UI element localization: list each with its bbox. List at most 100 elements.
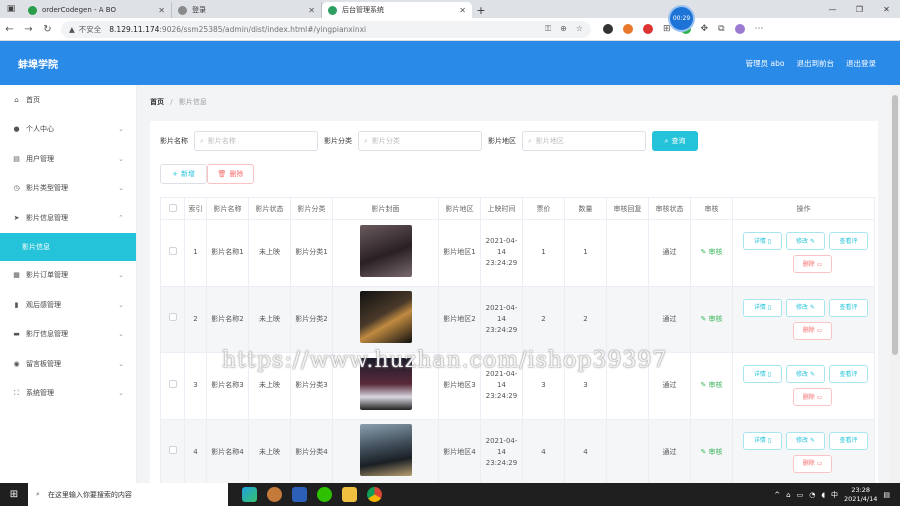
wechat-icon[interactable] — [317, 487, 332, 502]
minimize-icon[interactable]: — — [819, 0, 846, 18]
view-review-button[interactable]: 查看评 — [829, 365, 868, 384]
detail-label: 详情 — [753, 437, 766, 445]
row-checkbox[interactable] — [168, 313, 177, 322]
select-all-checkbox[interactable] — [168, 203, 177, 212]
sidebar-item-home[interactable]: ⌂ 首页 — [0, 85, 136, 115]
edit-button[interactable]: 修改 ✎ — [786, 431, 825, 450]
network-icon[interactable]: ⌂ — [786, 491, 790, 499]
sidebar-item-film-orders[interactable]: ▦ 影片订单管理 ⌄ — [0, 261, 136, 291]
add-button[interactable]: + 新增 — [160, 164, 207, 184]
extension-icon[interactable]: ✥ — [701, 24, 709, 34]
browser-tab-1[interactable]: orderCodegen - A BO ✕ — [22, 2, 172, 18]
extension-icon[interactable] — [603, 24, 613, 34]
view-review-button[interactable]: 查看评 — [829, 431, 868, 450]
word-icon[interactable] — [292, 487, 307, 502]
extension-icon[interactable] — [643, 24, 653, 34]
edit-button[interactable]: 修改 ✎ — [786, 298, 825, 317]
back-icon[interactable]: ← — [0, 24, 19, 35]
delete-button[interactable]: 删除 ▭ — [793, 321, 832, 340]
audit-cell: ✎ 审核 — [690, 352, 733, 420]
edge-icon[interactable] — [242, 487, 257, 502]
sidebar-item-profile[interactable]: ● 个人中心 ⌄ — [0, 115, 136, 145]
row-checkbox[interactable] — [168, 446, 177, 455]
close-icon[interactable]: ✕ — [459, 6, 466, 15]
sidebar-item-film-types[interactable]: ◷ 影片类型管理 ⌄ — [0, 174, 136, 204]
row-checkbox[interactable] — [168, 246, 177, 255]
view-review-button[interactable]: 查看评 — [829, 232, 868, 251]
warning-icon: ▲ — [69, 24, 75, 34]
delete-button[interactable]: 删除 ▭ — [793, 454, 832, 473]
query-button[interactable]: ⌕ 查询 — [652, 131, 698, 151]
delete-button[interactable]: 删除 ▭ — [793, 388, 832, 407]
new-tab-button[interactable]: + — [472, 2, 490, 18]
audit-label: 审核 — [708, 248, 723, 257]
sidebar-item-users[interactable]: ▤ 用户管理 ⌄ — [0, 144, 136, 174]
wifi-icon[interactable]: ◔ — [809, 491, 815, 499]
url-input[interactable]: ▲ 不安全 8.129.11.174 :9026/ssm25385/admin/… — [61, 20, 591, 38]
restore-icon[interactable]: ❐ — [846, 0, 873, 18]
sidebar-subitem-film-info[interactable]: 影片信息 — [0, 232, 136, 261]
tray-chevron-icon[interactable]: ^ — [774, 491, 780, 499]
sidebar-item-messages[interactable]: ◉ 留言板管理 ⌄ — [0, 349, 136, 379]
profile-avatar[interactable] — [734, 24, 745, 34]
close-icon[interactable]: ✕ — [158, 6, 165, 15]
close-window-icon[interactable]: ✕ — [873, 0, 900, 18]
region-search-input[interactable]: ⌕ 影片地区 — [522, 131, 646, 151]
poster-image[interactable] — [359, 424, 412, 477]
clock[interactable]: 23:28 2021/4/14 — [844, 486, 877, 504]
index-cell: 1 — [184, 219, 207, 287]
back-to-front-link[interactable]: 退出到前台 — [797, 58, 835, 69]
page-scrollbar[interactable] — [890, 85, 900, 483]
volume-icon[interactable]: ◖ — [821, 491, 825, 499]
row-checkbox[interactable] — [168, 379, 177, 388]
audit-link[interactable]: ✎ 审核 — [700, 381, 722, 389]
edit-button[interactable]: 修改 ✎ — [786, 232, 825, 251]
detail-button[interactable]: 详情 ▯ — [743, 365, 782, 384]
table-row: 1 影片名称1 未上映 影片分类1 影片地区1 2021-04-14 23:24… — [160, 219, 875, 287]
view-review-button[interactable]: 查看评 — [829, 298, 868, 317]
explorer-icon[interactable] — [342, 487, 357, 502]
bar-chart-icon: ▮ — [14, 300, 19, 309]
browser-tab-2[interactable]: 登录 ✕ — [172, 2, 322, 18]
batch-delete-button[interactable]: 🗑 删除 — [207, 164, 254, 184]
breadcrumb-home[interactable]: 首页 — [150, 98, 164, 106]
ime-icon[interactable]: 中 — [831, 490, 838, 500]
name-search-input[interactable]: ⌕ 影片名称 — [194, 131, 318, 151]
star-icon[interactable]: ☆ — [576, 24, 583, 34]
detail-button[interactable]: 详情 ▯ — [743, 298, 782, 317]
battery-icon[interactable]: ▭ — [797, 491, 804, 499]
audit-link[interactable]: ✎ 审核 — [700, 248, 722, 256]
sidebar-item-halls[interactable]: ▬ 影厅信息管理 ⌄ — [0, 320, 136, 350]
close-icon[interactable]: ✕ — [308, 6, 315, 15]
poster-cell — [332, 285, 439, 353]
zoom-icon[interactable]: ⊕ — [560, 24, 567, 34]
audit-link[interactable]: ✎ 审核 — [700, 315, 722, 323]
sidebar-item-film-info[interactable]: ➤ 影片信息管理 ⌃ — [0, 203, 136, 233]
collections-icon[interactable]: ⧉ — [718, 24, 724, 34]
search-icon: ⌕ — [528, 136, 532, 145]
delete-button[interactable]: 删除 ▭ — [793, 255, 832, 274]
edit-button[interactable]: 修改 ✎ — [786, 365, 825, 384]
sidebar-item-reviews[interactable]: ▮ 观后感管理 ⌄ — [0, 290, 136, 320]
reload-icon[interactable]: ↻ — [38, 24, 57, 35]
taskbar-search-box[interactable]: ⌕ 在这里输入你要搜索的内容 — [28, 483, 228, 506]
logout-link[interactable]: 退出登录 — [846, 58, 876, 69]
window-menu-icon[interactable]: ▣ — [0, 0, 22, 18]
key-icon[interactable]: ⚿ — [545, 24, 551, 34]
detail-button[interactable]: 详情 ▯ — [743, 232, 782, 251]
type-search-input[interactable]: ⌕ 影片分类 — [358, 131, 482, 151]
forward-icon[interactable]: → — [19, 24, 38, 35]
poster-image[interactable] — [359, 291, 412, 344]
app-icon[interactable] — [267, 487, 282, 502]
windows-start-icon[interactable]: ⊞ — [0, 483, 28, 506]
poster-image[interactable] — [359, 224, 412, 277]
detail-button[interactable]: 详情 ▯ — [743, 431, 782, 450]
more-menu-icon[interactable]: ⋯ — [755, 24, 764, 34]
scrollbar-thumb[interactable] — [892, 95, 898, 355]
chrome-icon[interactable] — [367, 487, 382, 502]
audit-link[interactable]: ✎ 审核 — [700, 448, 722, 456]
notification-icon[interactable]: ▤ — [883, 491, 890, 499]
browser-tab-3[interactable]: 后台管理系统 ✕ — [322, 2, 472, 18]
extension-icon[interactable] — [623, 24, 633, 34]
sidebar-item-system[interactable]: ⛶ 系统管理 ⌄ — [0, 379, 136, 409]
